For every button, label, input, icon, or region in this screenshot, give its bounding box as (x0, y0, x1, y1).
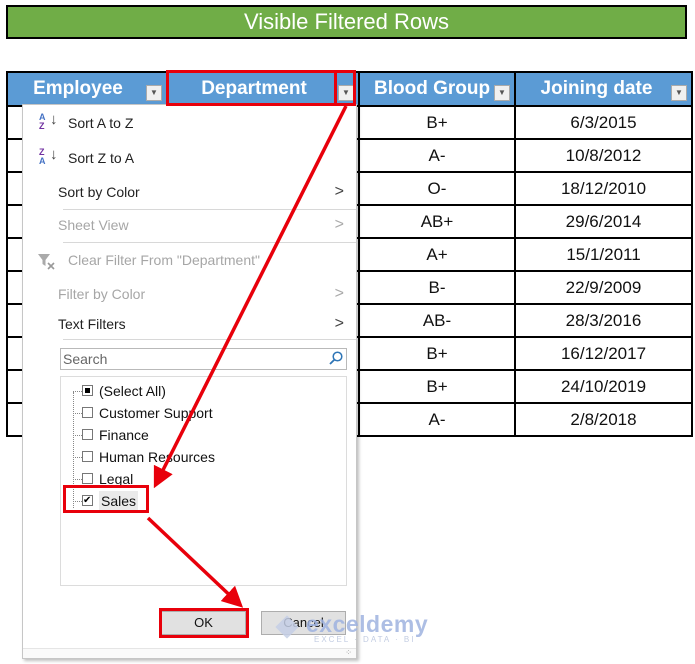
cell-blood-group[interactable]: B+ (358, 336, 516, 371)
menu-item-label: Sort A to Z (68, 115, 134, 131)
header-blood-group: Blood Group ▼ (358, 71, 516, 106)
menu-item-label: Sort by Color (58, 184, 140, 200)
filter-dropdown-button-department[interactable]: ▼ (338, 85, 354, 101)
ok-button[interactable]: OK (161, 611, 246, 635)
menu-item-label: Sheet View (58, 217, 129, 233)
checkbox[interactable] (82, 429, 93, 440)
chevron-right-icon: > (334, 315, 344, 332)
checkbox[interactable] (82, 385, 93, 396)
cell-joining-date[interactable]: 15/1/2011 (514, 237, 693, 272)
cell-blood-group[interactable]: A- (358, 138, 516, 173)
menu-separator (63, 339, 356, 340)
header-joining-date: Joining date ▼ (514, 71, 693, 106)
header-label: Department (201, 78, 307, 99)
cell-joining-date[interactable]: 18/12/2010 (514, 171, 693, 206)
filter-dropdown-button-employee[interactable]: ▼ (146, 85, 162, 101)
header-label: Joining date (540, 78, 653, 99)
cell-joining-date[interactable]: 2/8/2018 (514, 402, 693, 437)
header-department: Department ▼ (166, 71, 360, 106)
chevron-right-icon: > (334, 285, 344, 302)
tree-line (73, 391, 82, 392)
chevron-right-icon: > (334, 183, 344, 200)
menu-item-label: Clear Filter From "Department" (68, 252, 260, 268)
filter-search-input[interactable]: Search (60, 348, 347, 370)
cell-joining-date[interactable]: 28/3/2016 (514, 303, 693, 338)
cell-blood-group[interactable]: B+ (358, 369, 516, 404)
filter-item-label: Customer Support (99, 405, 213, 421)
tree-line (73, 435, 82, 436)
filter-item-label: (Select All) (99, 383, 166, 399)
search-placeholder: Search (63, 351, 108, 367)
cell-blood-group[interactable]: B+ (358, 105, 516, 140)
resize-grip-icon[interactable]: ⁘ (345, 648, 353, 657)
header-label: Blood Group (374, 77, 491, 99)
search-icon (329, 351, 343, 365)
cell-joining-date[interactable]: 24/10/2019 (514, 369, 693, 404)
filter-item-label: Sales (99, 491, 139, 511)
checkbox[interactable] (82, 491, 93, 511)
watermark-tagline: EXCEL · DATA · BI (314, 635, 416, 644)
menu-item-sheet-view: Sheet View > (23, 210, 356, 240)
menu-separator (63, 242, 356, 243)
cell-joining-date[interactable]: 6/3/2015 (514, 105, 693, 140)
cell-joining-date[interactable]: 10/8/2012 (514, 138, 693, 173)
checkbox[interactable] (82, 407, 93, 418)
tree-line (73, 457, 82, 458)
filter-dropdown-button-blood-group[interactable]: ▼ (494, 85, 510, 101)
header-employee: Employee ▼ (6, 71, 168, 106)
menu-item-label: Text Filters (58, 316, 126, 332)
filter-item-label: Human Resources (99, 449, 215, 465)
menu-item-label: Filter by Color (58, 286, 146, 302)
filter-item-label: Finance (99, 427, 149, 443)
filter-dropdown-button-joining-date[interactable]: ▼ (671, 85, 687, 101)
header-label: Employee (33, 78, 123, 99)
cell-blood-group[interactable]: B- (358, 270, 516, 305)
menu-item-sort-by-color[interactable]: Sort by Color > (23, 177, 356, 207)
tree-line (73, 392, 74, 508)
tree-line (73, 413, 82, 414)
tree-line (73, 501, 82, 502)
sort-ascending-icon: A Z ↓ (39, 111, 58, 131)
cell-blood-group[interactable]: A- (358, 402, 516, 437)
filter-values-list: (Select All) Customer Support Finance Human… (60, 376, 347, 586)
menu-item-sort-z-to-a[interactable]: Z A ↓ Sort Z to A (23, 143, 356, 173)
menu-item-sort-a-to-z[interactable]: A Z ↓ Sort A to Z (23, 108, 356, 138)
watermark-brand: exceldemy (306, 611, 429, 637)
sheet-title: Visible Filtered Rows (6, 5, 687, 39)
cell-joining-date[interactable]: 16/12/2017 (514, 336, 693, 371)
checkbox[interactable] (82, 473, 93, 484)
menu-item-clear-filter: Clear Filter From "Department" (23, 245, 356, 275)
autofilter-dropdown-menu: A Z ↓ Sort A to Z Z A ↓ Sort Z to A Sort by … (22, 104, 357, 659)
menu-item-filter-by-color: Filter by Color > (23, 279, 356, 309)
cell-blood-group[interactable]: AB- (358, 303, 516, 338)
menu-item-text-filters[interactable]: Text Filters > (23, 309, 356, 339)
cell-blood-group[interactable]: O- (358, 171, 516, 206)
filter-item-label: Legal (99, 471, 134, 487)
checkbox[interactable] (82, 451, 93, 462)
cell-joining-date[interactable]: 29/6/2014 (514, 204, 693, 239)
clear-filter-icon (37, 252, 59, 270)
menu-resize-bar: ⁘ (23, 648, 356, 658)
cell-blood-group[interactable]: A+ (358, 237, 516, 272)
sort-descending-icon: Z A ↓ (39, 146, 58, 166)
cell-blood-group[interactable]: AB+ (358, 204, 516, 239)
tree-line (73, 479, 82, 480)
cell-joining-date[interactable]: 22/9/2009 (514, 270, 693, 305)
chevron-right-icon: > (334, 216, 344, 233)
menu-item-label: Sort Z to A (68, 150, 135, 166)
